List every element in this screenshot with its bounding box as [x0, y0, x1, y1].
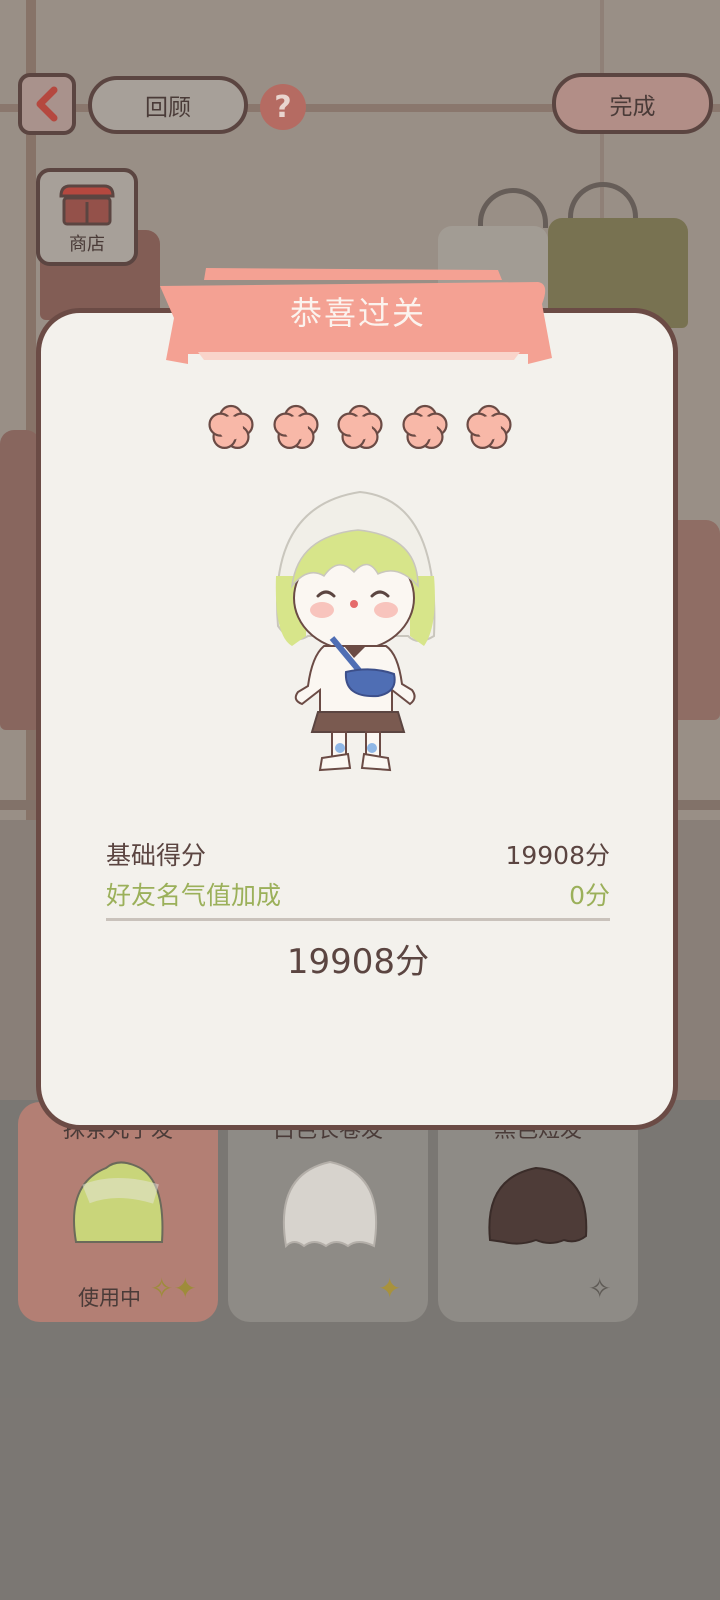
friend-bonus-value: 0分 — [569, 881, 610, 910]
shop-icon — [59, 184, 115, 226]
shop-button[interactable]: 商店 — [36, 168, 138, 266]
shop-label: 商店 — [69, 234, 105, 255]
base-score-row: 基础得分 19908分 — [106, 836, 610, 872]
hair-preview-icon — [488, 1166, 588, 1245]
flower-star-icon — [208, 404, 254, 449]
hair-preview-icon — [282, 1160, 378, 1249]
friend-bonus-row: 好友名气值加成 0分 — [106, 876, 610, 912]
title-ribbon: 恭喜过关 — [158, 268, 558, 370]
chevron-left-icon — [36, 86, 58, 122]
flower-star-icon — [466, 404, 512, 449]
sparkle-icon: ✧ — [588, 1272, 612, 1305]
dressed-character — [275, 490, 436, 772]
hair-item-white[interactable]: 白色长卷发 ✦ — [228, 1102, 428, 1322]
hair-item-list: 抹茶丸子发 使用中 ✧✦ 白色长卷发 ✦ 黑色短发 ✧ — [18, 1102, 708, 1322]
item-status: 使用中 — [78, 1286, 141, 1310]
star-rating — [204, 400, 516, 456]
hair-item-matcha[interactable]: 抹茶丸子发 使用中 ✧✦ — [18, 1102, 218, 1322]
total-score: 19908分 — [286, 942, 430, 982]
flower-star-icon — [401, 404, 448, 449]
dialog-title: 恭喜过关 — [289, 294, 426, 332]
flower-star-icon — [337, 404, 383, 449]
score-divider — [106, 918, 610, 921]
review-button[interactable]: 回顾 — [88, 76, 248, 134]
question-icon[interactable]: ? — [260, 84, 306, 130]
base-score-label: 基础得分 — [106, 841, 207, 870]
sparkle-icon: ✦ — [378, 1272, 402, 1305]
back-button[interactable] — [18, 73, 76, 135]
done-button[interactable]: 完成 — [552, 73, 713, 134]
hair-preview-icon — [73, 1161, 164, 1243]
friend-bonus-label: 好友名气值加成 — [106, 881, 282, 910]
base-score-value: 19908分 — [505, 841, 610, 870]
hair-item-black[interactable]: 黑色短发 ✧ — [438, 1102, 638, 1322]
sparkle-icon: ✧✦ — [150, 1272, 197, 1305]
flower-star-icon — [272, 404, 319, 449]
